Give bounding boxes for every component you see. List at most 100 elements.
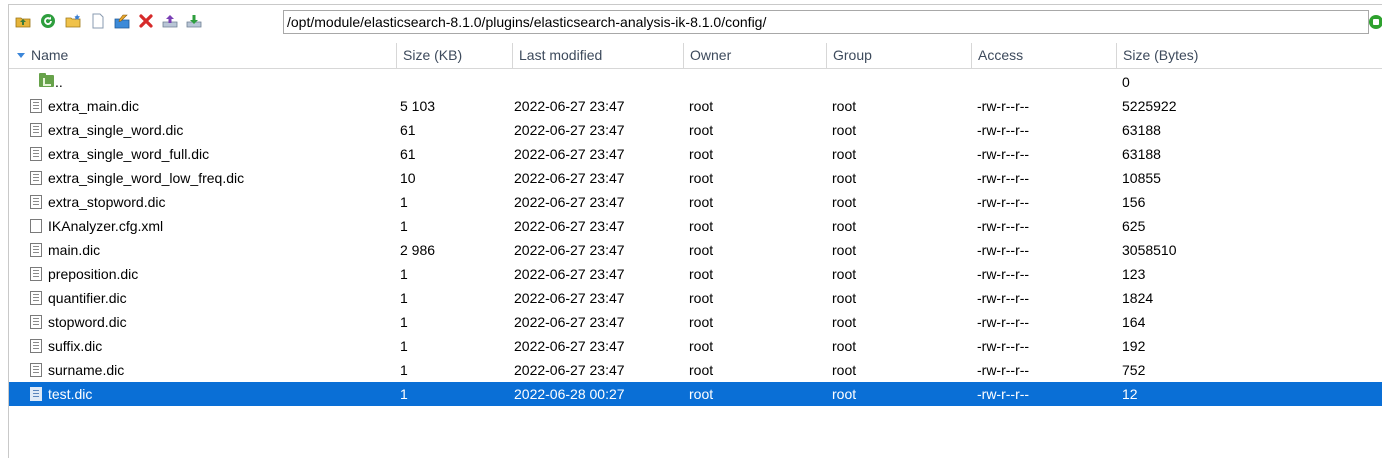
access-cell: -rw-r--r-- xyxy=(977,194,1030,210)
file-row[interactable]: preposition.dic 1 2022-06-27 23:47 root root… xyxy=(9,262,1382,286)
column-owner[interactable]: Owner xyxy=(684,43,827,68)
column-access-label: Access xyxy=(978,47,1024,63)
access-cell: -rw-r--r-- xyxy=(977,218,1030,234)
file-row[interactable]: extra_stopword.dic 1 2022-06-27 23:47 root r… xyxy=(9,190,1382,214)
delete-icon[interactable] xyxy=(137,12,155,30)
toolbar xyxy=(9,5,1382,37)
column-name[interactable]: Name xyxy=(9,43,397,68)
size-kb-cell: 1 xyxy=(400,338,408,354)
file-row[interactable]: main.dic 2 986 2022-06-27 23:47 root root -rw… xyxy=(9,238,1382,262)
text-file-icon xyxy=(30,243,42,257)
file-row[interactable]: stopword.dic 1 2022-06-27 23:47 root root -rw… xyxy=(9,310,1382,334)
file-name-cell: extra_single_word_low_freq.dic xyxy=(48,170,245,186)
text-file-icon xyxy=(30,339,42,353)
size-kb-cell: 2 986 xyxy=(400,242,436,258)
owner-cell: root xyxy=(689,386,714,402)
blank-file-icon xyxy=(30,219,42,233)
owner-cell: root xyxy=(689,290,714,306)
size-kb-cell: 1 xyxy=(400,290,408,306)
edit-icon[interactable] xyxy=(113,12,131,30)
size-bytes-cell: 63188 xyxy=(1122,146,1161,162)
access-cell: -rw-r--r-- xyxy=(977,242,1030,258)
file-name-cell: suffix.dic xyxy=(48,338,103,354)
size-bytes-cell: 63188 xyxy=(1122,122,1161,138)
access-cell: -rw-r--r-- xyxy=(977,170,1030,186)
last-modified-cell: 2022-06-27 23:47 xyxy=(514,122,625,138)
group-cell: root xyxy=(832,194,857,210)
group-cell: root xyxy=(832,242,857,258)
size-kb-cell: 61 xyxy=(400,122,416,138)
refresh-icon[interactable] xyxy=(39,12,57,30)
group-cell: root xyxy=(832,146,857,162)
group-cell: root xyxy=(832,362,857,378)
text-file-icon xyxy=(30,387,42,401)
column-name-label: Name xyxy=(31,47,69,63)
owner-cell: root xyxy=(689,314,714,330)
text-file-icon xyxy=(30,171,42,185)
file-name-cell: preposition.dic xyxy=(48,266,139,282)
owner-cell: root xyxy=(689,218,714,234)
column-last-modified[interactable]: Last modified xyxy=(513,43,684,68)
last-modified-cell: 2022-06-27 23:47 xyxy=(514,242,625,258)
home-folder-icon[interactable] xyxy=(14,12,32,30)
text-file-icon xyxy=(30,99,42,113)
access-cell: -rw-r--r-- xyxy=(977,290,1030,306)
go-icon[interactable] xyxy=(1369,15,1382,29)
size-bytes-cell: 192 xyxy=(1122,338,1146,354)
parent-directory-size: 0 xyxy=(1122,74,1130,90)
owner-cell: root xyxy=(689,362,714,378)
file-name-cell: extra_single_word.dic xyxy=(48,122,184,138)
text-file-icon xyxy=(30,291,42,305)
file-name-cell: main.dic xyxy=(48,242,101,258)
last-modified-cell: 2022-06-27 23:47 xyxy=(514,98,625,114)
file-row[interactable]: extra_single_word_full.dic 61 2022-06-27 2… xyxy=(9,142,1382,166)
column-size-kb[interactable]: Size (KB) xyxy=(397,43,513,68)
column-access[interactable]: Access xyxy=(972,43,1117,68)
file-row[interactable]: extra_single_word_low_freq.dic 10 2022-06-… xyxy=(9,166,1382,190)
column-owner-label: Owner xyxy=(690,47,732,63)
file-row-selected[interactable]: test.dic 1 2022-06-28 00:27 root root -rw-r--… xyxy=(9,382,1382,406)
owner-cell: root xyxy=(689,194,714,210)
file-row[interactable]: suffix.dic 1 2022-06-27 23:47 root root -rw-r… xyxy=(9,334,1382,358)
column-group-label: Group xyxy=(833,47,872,63)
file-name-cell: extra_main.dic xyxy=(48,98,140,114)
size-bytes-cell: 752 xyxy=(1122,362,1146,378)
size-bytes-cell: 10855 xyxy=(1122,170,1161,186)
size-bytes-cell: 156 xyxy=(1122,194,1146,210)
last-modified-cell: 2022-06-27 23:47 xyxy=(514,218,625,234)
text-file-icon xyxy=(30,267,42,281)
group-cell: root xyxy=(832,266,857,282)
file-row[interactable]: extra_main.dic 5 103 2022-06-27 23:47 root r… xyxy=(9,94,1382,118)
file-row[interactable]: quantifier.dic 1 2022-06-27 23:47 root root -… xyxy=(9,286,1382,310)
column-group[interactable]: Group xyxy=(827,43,972,68)
size-kb-cell: 1 xyxy=(400,266,408,282)
group-cell: root xyxy=(832,314,857,330)
upload-icon[interactable] xyxy=(161,12,179,30)
parent-directory-row[interactable]: .. 0 xyxy=(9,70,1382,94)
owner-cell: root xyxy=(689,146,714,162)
group-cell: root xyxy=(832,218,857,234)
size-kb-cell: 61 xyxy=(400,146,416,162)
new-file-icon[interactable] xyxy=(89,12,107,30)
last-modified-cell: 2022-06-27 23:47 xyxy=(514,362,625,378)
column-size-kb-label: Size (KB) xyxy=(403,47,463,63)
file-row[interactable]: surname.dic 1 2022-06-27 23:47 root root -rw-… xyxy=(9,358,1382,382)
column-last-modified-label: Last modified xyxy=(519,47,603,63)
group-cell: root xyxy=(832,122,857,138)
last-modified-cell: 2022-06-27 23:47 xyxy=(514,170,625,186)
new-folder-icon[interactable] xyxy=(64,12,82,30)
file-name-cell: extra_stopword.dic xyxy=(48,194,166,210)
file-name-cell: IKAnalyzer.cfg.xml xyxy=(48,218,164,234)
parent-folder-icon xyxy=(39,73,54,87)
owner-cell: root xyxy=(689,98,714,114)
file-row[interactable]: IKAnalyzer.cfg.xml 1 2022-06-27 23:47 root r… xyxy=(9,214,1382,238)
column-size-bytes[interactable]: Size (Bytes) xyxy=(1117,43,1382,68)
text-file-icon xyxy=(30,147,42,161)
path-input[interactable] xyxy=(283,10,1369,34)
file-row[interactable]: extra_single_word.dic 61 2022-06-27 23:47 r… xyxy=(9,118,1382,142)
download-icon[interactable] xyxy=(185,12,203,30)
access-cell: -rw-r--r-- xyxy=(977,98,1030,114)
access-cell: -rw-r--r-- xyxy=(977,386,1030,402)
size-bytes-cell: 5225922 xyxy=(1122,98,1177,114)
group-cell: root xyxy=(832,98,857,114)
